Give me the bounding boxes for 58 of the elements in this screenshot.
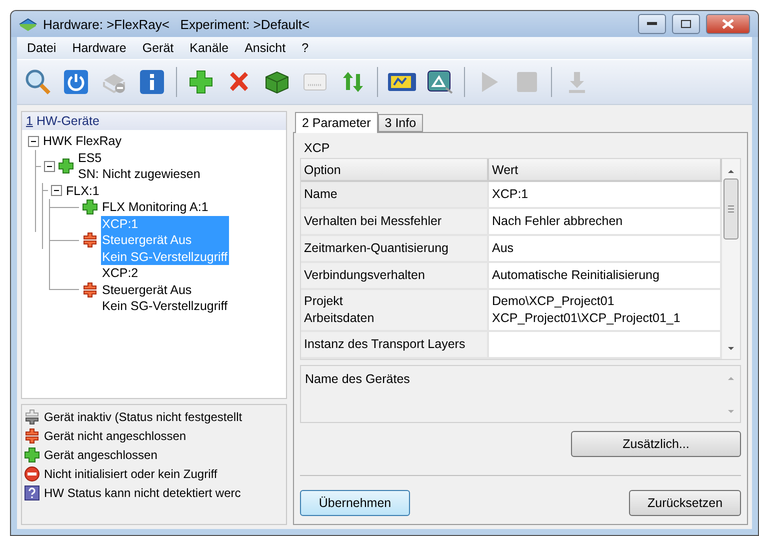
tree-item[interactable]: FLX Monitoring A:1: [101, 199, 210, 216]
minimize-button[interactable]: [638, 14, 666, 34]
table-cell[interactable]: Demo\XCP_Project01 XCP_Project01\XCP_Project01_1: [489, 290, 722, 332]
close-icon: [722, 19, 734, 29]
menu-item[interactable]: Ansicht: [236, 41, 294, 55]
collapse-icon[interactable]: [44, 160, 55, 172]
maximize-button[interactable]: [672, 14, 700, 34]
restore-icon: [681, 20, 691, 28]
plus-icon: [188, 69, 214, 95]
tree-item[interactable]: XCP:2 Steuergerät Aus Kein SG-Verstellzugriff: [101, 265, 229, 314]
description-text: Name des Gerätes: [304, 371, 411, 388]
collapse-icon[interactable]: [51, 185, 62, 196]
window-title: Hardware: >FlexRay< Experiment: >Default<: [43, 16, 311, 32]
menu-item[interactable]: Kanäle: [182, 41, 237, 55]
hardware-icon: [19, 17, 37, 31]
table-cell[interactable]: Aus: [489, 236, 722, 263]
apply-button[interactable]: Übernehmen: [300, 490, 410, 516]
info-icon: [139, 69, 165, 95]
minimize-icon: [647, 22, 657, 26]
legend-text: HW Status kann nicht detektiert werc: [44, 486, 241, 500]
question-icon: [24, 485, 40, 501]
menu-item[interactable]: Gerät: [134, 41, 182, 55]
table-cell[interactable]: Nach Fehler abbrechen: [489, 209, 722, 236]
close-button[interactable]: [706, 14, 750, 34]
power-icon: [63, 69, 89, 95]
table-cell: Name: [301, 182, 489, 209]
reset-button[interactable]: Zurücksetzen: [629, 490, 741, 516]
legend-text: Nicht initialisiert oder kein Zugriff: [44, 467, 218, 481]
table-cell: Verhalten bei Messfehler: [301, 209, 489, 236]
table-cell[interactable]: XCP:1: [489, 182, 722, 209]
legend-text: Gerät inaktiv (Status nicht festgestellt: [44, 410, 242, 424]
table-cell: Projekt Arbeitsdaten: [301, 290, 489, 332]
tab[interactable]: 2 Parameter: [295, 112, 378, 133]
plug-icon: [24, 409, 40, 425]
legend-text: Gerät angeschlossen: [44, 448, 158, 462]
stop-icon: [514, 69, 540, 95]
table-cell: Instanz des Transport Layers: [301, 332, 489, 359]
tree-item[interactable]: HWK FlexRay: [42, 133, 122, 150]
column-header[interactable]: Wert: [489, 159, 722, 182]
menu-item[interactable]: Datei: [19, 41, 64, 55]
table-cell: Zeitmarken-Quantisierung: [301, 236, 489, 263]
collapse-icon[interactable]: [28, 136, 39, 147]
table-cell: Verbindungsverhalten: [301, 263, 489, 290]
column-header[interactable]: Option: [301, 159, 489, 182]
group-title: XCP: [303, 140, 331, 157]
no-entry-icon: [24, 466, 40, 482]
panel-title: 1 HW-Geräte: [22, 112, 286, 130]
table-cell[interactable]: Automatische Reinitialisierung: [489, 263, 722, 290]
legend-text: Gerät nicht angeschlossen: [44, 429, 186, 443]
menu-item[interactable]: Hardware: [64, 41, 134, 55]
tab[interactable]: 3 Info: [378, 114, 424, 132]
tree-item[interactable]: FLX:1: [65, 182, 100, 199]
tree-item[interactable]: ES5 SN: Nicht zugewiesen: [77, 150, 202, 182]
search-icon: [24, 68, 52, 96]
table-cell[interactable]: [489, 332, 722, 359]
additional-button[interactable]: Zusätzlich...: [571, 431, 741, 457]
monitor-icon: [426, 68, 454, 96]
menu-item[interactable]: ?: [294, 41, 317, 55]
